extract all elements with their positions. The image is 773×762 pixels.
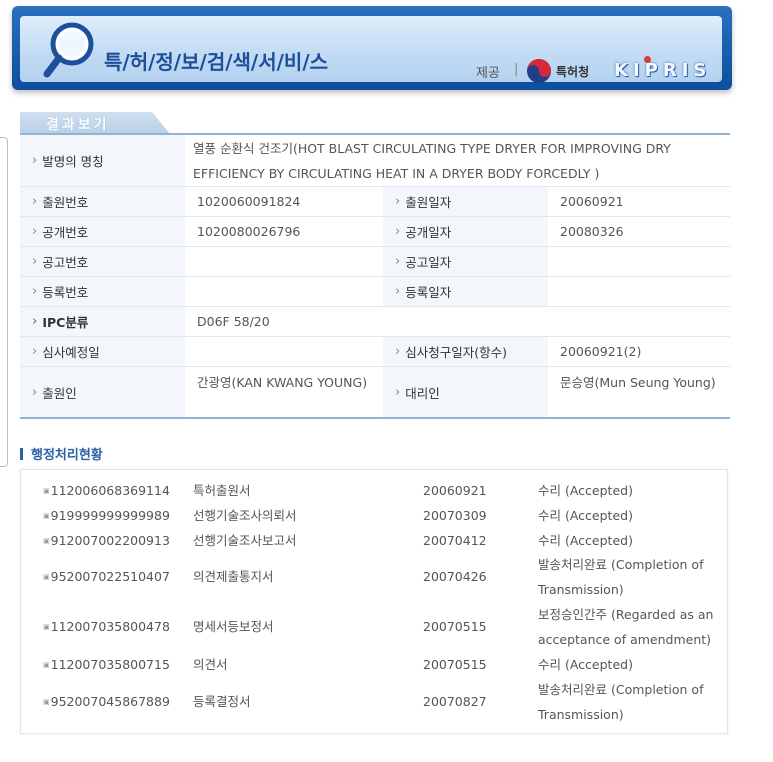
row-invention-title: 발명의 명칭 열풍 순환식 건조기(HOT BLAST CIRCULATING … [20,135,730,187]
admin-doc-date: 20070515 [423,657,487,672]
admin-doc-status: 보정승인간주 (Regarded as an acceptance of ame… [538,607,714,647]
admin-doc-name: 등록결정서 [193,694,251,709]
service-title: 특/허/정/보/검/색/서/비/스 [104,50,329,74]
admin-history-list: 112006068369114 특허출원서 20060921 수리 (Accep… [20,469,728,734]
admin-section-title: 행정처리현황 [20,444,103,463]
admin-doc-name: 특허출원서 [193,483,251,498]
admin-doc-number[interactable]: 112007035800478 [43,602,170,652]
exam-scheduled-value [185,337,383,366]
invention-title-label: 발명의 명칭 [20,135,185,186]
invention-title-value: 열풍 순환식 건조기(HOT BLAST CIRCULATING TYPE DR… [185,135,730,186]
admin-row: 952007022510407 의견제출통지서 20070426 발송처리완료 … [21,552,727,602]
registration-number-label: 등록번호 [20,277,185,306]
registration-number-value [185,277,383,306]
admin-row: 912007002200913 선행기술조사보고서 20070412 수리 (A… [21,528,727,553]
provider-separator: | [514,62,519,77]
result-tab-label[interactable]: 결과보기 [46,114,110,134]
admin-row: 112007035800478 명세서등보정서 20070515 보정승인간주 … [21,602,727,652]
ipc-value: D06F 58/20 [185,307,730,336]
admin-doc-number[interactable]: 112007035800715 [43,652,170,678]
publication-date-label: 공개일자 [383,217,548,246]
announcement-date-value [548,247,730,276]
header-banner: 특/허/정/보/검/색/서/비/스 제공 | 특허청 KIPRIS [12,6,732,90]
exam-scheduled-label: 심사예정일 [20,337,185,366]
agent-label: 대리인 [383,367,548,417]
bibliographic-table: 발명의 명칭 열풍 순환식 건조기(HOT BLAST CIRCULATING … [20,133,730,419]
admin-row: 952007045867889 등록결정서 20070827 발송처리완료 (C… [21,677,727,727]
admin-row: 112007035800715 의견서 20070515 수리 (Accepte… [21,652,727,677]
ipc-label: IPC분류 [20,307,185,336]
application-date-value: 20060921 [548,187,730,216]
magnifier-icon [43,22,94,78]
admin-doc-status: 발송처리완료 (Completion of Transmission) [538,557,704,597]
kipris-logo[interactable]: KIPRIS [614,60,711,81]
admin-doc-date: 20070827 [423,694,487,709]
agency-name[interactable]: 특허청 [556,63,589,80]
applicant-value: 간광영(KAN KWANG YOUNG) [185,367,383,417]
announcement-number-value [185,247,383,276]
row-application: 출원번호 1020060091824 출원일자 20060921 [20,187,730,217]
publication-number-value: 1020080026796 [185,217,383,246]
publication-date-value: 20080326 [548,217,730,246]
exam-request-label: 심사청구일자(항수) [383,337,548,366]
admin-doc-status: 발송처리완료 (Completion of Transmission) [538,682,704,722]
admin-doc-number[interactable]: 112006068369114 [43,478,170,504]
admin-doc-name: 선행기술조사의뢰서 [193,508,297,523]
row-publication: 공개번호 1020080026796 공개일자 20080326 [20,217,730,247]
agent-value: 문승영(Mun Seung Young) [548,367,730,417]
provider-label: 제공 [476,66,500,81]
admin-doc-status: 수리 (Accepted) [538,508,633,523]
row-registration: 등록번호 등록일자 [20,277,730,307]
admin-doc-status: 수리 (Accepted) [538,657,633,672]
row-ipc: IPC분류 D06F 58/20 [20,307,730,337]
announcement-date-label: 공고일자 [383,247,548,276]
admin-doc-date: 20070309 [423,508,487,523]
application-number-label: 출원번호 [20,187,185,216]
admin-doc-date: 20070515 [423,619,487,634]
exam-request-value: 20060921(2) [548,337,730,366]
registration-date-label: 등록일자 [383,277,548,306]
row-parties: 출원인 간광영(KAN KWANG YOUNG) 대리인 문승영(Mun Seu… [20,367,730,417]
admin-row: 112006068369114 특허출원서 20060921 수리 (Accep… [21,478,727,503]
left-side-marker [0,137,8,467]
publication-number-label: 공개번호 [20,217,185,246]
admin-doc-number[interactable]: 919999999999989 [43,503,170,529]
admin-doc-status: 수리 (Accepted) [538,483,633,498]
admin-doc-number[interactable]: 952007045867889 [43,677,170,727]
admin-doc-number[interactable]: 952007022510407 [43,552,170,602]
admin-doc-status: 수리 (Accepted) [538,533,633,548]
header-inner: 특/허/정/보/검/색/서/비/스 제공 | 특허청 KIPRIS [20,16,722,84]
admin-doc-name: 의견서 [193,657,228,672]
admin-doc-date: 20070426 [423,569,487,584]
row-announcement: 공고번호 공고일자 [20,247,730,277]
admin-row: 919999999999989 선행기술조사의뢰서 20070309 수리 (A… [21,503,727,528]
admin-doc-date: 20060921 [423,483,487,498]
announcement-number-label: 공고번호 [20,247,185,276]
admin-doc-name: 의견제출통지서 [193,569,274,584]
admin-doc-name: 명세서등보정서 [193,619,274,634]
applicant-label: 출원인 [20,367,185,417]
application-date-label: 출원일자 [383,187,548,216]
admin-doc-date: 20070412 [423,533,487,548]
application-number-value: 1020060091824 [185,187,383,216]
row-examination: 심사예정일 심사청구일자(항수) 20060921(2) [20,337,730,367]
admin-doc-number[interactable]: 912007002200913 [43,528,170,554]
registration-date-value [548,277,730,306]
admin-doc-name: 선행기술조사보고서 [193,533,297,548]
kipo-logo-icon[interactable] [526,58,552,84]
